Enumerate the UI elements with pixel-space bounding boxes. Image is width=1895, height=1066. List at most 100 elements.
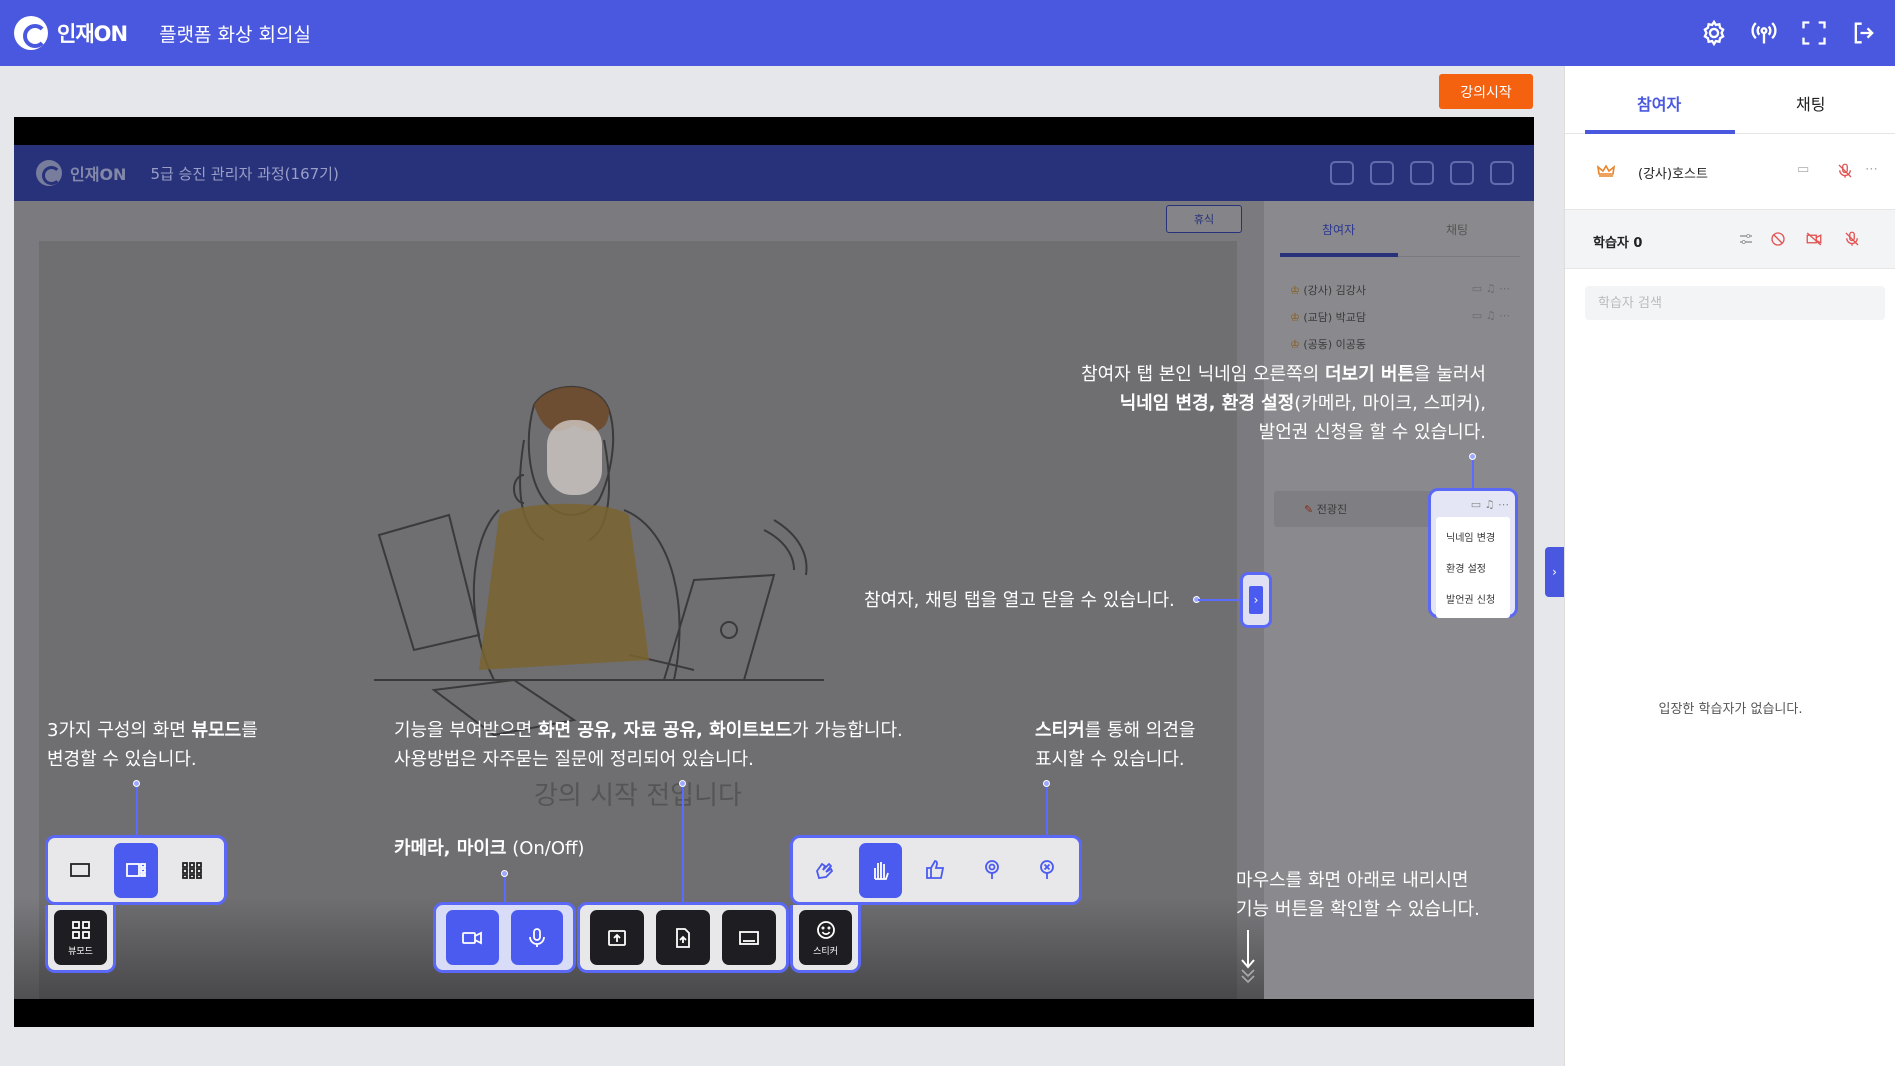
raise-hand-sticker-icon[interactable] bbox=[858, 842, 903, 898]
chat-icon bbox=[1330, 161, 1354, 185]
camera-mic-group bbox=[433, 902, 576, 973]
guide-sticker: 스티커를 통해 의견을 표시할 수 있습니다. bbox=[1035, 720, 1196, 770]
view-side-button[interactable] bbox=[114, 842, 158, 898]
inner-logo: 인재ON bbox=[36, 160, 126, 186]
inner-header: 인재ON 5급 승진 관리자 과정(167기) bbox=[14, 145, 1534, 201]
learner-count: 0 bbox=[1633, 236, 1643, 251]
screen-share-button[interactable] bbox=[590, 910, 644, 965]
disagree-sticker-icon[interactable] bbox=[1025, 843, 1069, 898]
chevron-right-icon: › bbox=[1249, 586, 1263, 614]
inner-course-title: 5급 승진 관리자 과정(167기) bbox=[150, 164, 339, 183]
broadcast-icon[interactable] bbox=[1745, 14, 1783, 52]
inner-fullscreen-icon bbox=[1450, 161, 1474, 185]
logo-mark-icon bbox=[14, 16, 48, 50]
guide-toggle-panel: 참여자, 채팅 탭을 열고 닫을 수 있습니다. bbox=[864, 590, 1175, 611]
connector-dot bbox=[501, 870, 508, 877]
more-menu-header: ▭ ♫ ⋯ bbox=[1470, 497, 1509, 511]
inner-logo-mark-icon bbox=[36, 160, 62, 186]
inner-tab-participants: 참여자 bbox=[1322, 223, 1356, 237]
camera-toggle-button[interactable] bbox=[446, 910, 499, 965]
menu-item-change-nickname[interactable]: 닉네임 변경 bbox=[1436, 521, 1510, 552]
more-icon[interactable]: ⋯ bbox=[1865, 162, 1878, 177]
logo-text: 인재ON bbox=[57, 22, 128, 46]
participant-panel: 참여자 채팅 (강사)호스트 ▭ ⋯ 학습자 0 입장한 학습자가 없습니다. bbox=[1564, 66, 1895, 1066]
inner-tab-underline bbox=[1280, 253, 1398, 257]
logo: 인재ON bbox=[14, 16, 128, 50]
inner-me-row: ✎ 전광진 bbox=[1274, 491, 1439, 527]
exit-icon[interactable] bbox=[1845, 14, 1883, 52]
connector-line bbox=[1046, 784, 1048, 836]
more-menu-list: 닉네임 변경 환경 설정 발언권 신청 bbox=[1436, 517, 1510, 618]
mic-toggle-button[interactable] bbox=[510, 910, 563, 965]
guide-more-button: 참여자 탭 본인 닉네임 오른쪽의 더보기 버튼을 눌러서 닉네임 변경, 환경… bbox=[1081, 364, 1486, 443]
tab-underline bbox=[1585, 130, 1735, 134]
menu-item-request-speak[interactable]: 발언권 신청 bbox=[1436, 583, 1510, 614]
header-actions bbox=[1683, 14, 1883, 52]
inner-broadcast-icon bbox=[1410, 161, 1434, 185]
connector-line bbox=[682, 784, 684, 902]
camera-off-icon: ▭ bbox=[1797, 162, 1810, 177]
inner-participant-row: ♔ (강사) 김강사 bbox=[1290, 284, 1367, 297]
view-mode-toggle-group: 뷰모드 bbox=[45, 905, 116, 973]
inner-participant-row: ♔ (교담) 박교담 bbox=[1290, 311, 1367, 324]
connector-line bbox=[504, 874, 506, 904]
agree-sticker-icon[interactable] bbox=[970, 843, 1014, 898]
inner-break-button: 휴식 bbox=[1166, 205, 1242, 233]
host-name: (강사)호스트 bbox=[1638, 167, 1708, 182]
view-mode-button[interactable]: 뷰모드 bbox=[54, 910, 107, 965]
whiteboard-button[interactable] bbox=[722, 910, 776, 965]
sharing-group bbox=[577, 902, 789, 973]
menu-item-settings[interactable]: 환경 설정 bbox=[1436, 552, 1510, 583]
mic-off-all-icon[interactable] bbox=[1843, 230, 1861, 248]
inner-participant-row: ♔ (공동) 이공동 bbox=[1290, 338, 1367, 351]
connector-dot bbox=[133, 780, 140, 787]
sticker-label: 스티커 bbox=[813, 947, 838, 957]
connector-dot bbox=[1469, 453, 1476, 460]
settings-sliders-icon[interactable] bbox=[1737, 230, 1755, 248]
page-title: 플랫폼 화상 회의실 bbox=[159, 23, 311, 46]
panel-toggle-highlight: › bbox=[1240, 572, 1272, 628]
guide-sharing: 기능을 부여받으면 화면 공유, 자료 공유, 화이트보드가 가능합니다. 사용… bbox=[394, 720, 903, 770]
inner-tab-chat: 채팅 bbox=[1446, 223, 1469, 237]
connector-line bbox=[1472, 456, 1474, 488]
view-mode-selector bbox=[45, 835, 227, 905]
learner-header: 학습자 0 bbox=[1565, 209, 1895, 269]
view-mode-label: 뷰모드 bbox=[68, 947, 93, 957]
learner-title: 학습자 0 bbox=[1593, 236, 1643, 251]
panel-collapse-button[interactable]: › bbox=[1545, 547, 1564, 597]
view-grid-button[interactable] bbox=[170, 843, 214, 898]
screen-off-all-icon[interactable] bbox=[1769, 230, 1787, 248]
gear-icon[interactable] bbox=[1695, 14, 1733, 52]
connector-line bbox=[1198, 599, 1240, 601]
guide-mouse-down: 마우스를 화면 아래로 내리시면 기능 버튼을 확인할 수 있습니다. bbox=[1236, 870, 1480, 920]
learner-search-input[interactable] bbox=[1585, 286, 1885, 320]
inner-header-icons bbox=[1314, 161, 1514, 185]
tab-participants[interactable]: 참여자 bbox=[1637, 91, 1681, 115]
camera-off-all-icon[interactable] bbox=[1805, 230, 1823, 248]
inner-row-icons: ▭ ♫ ⋯ bbox=[1471, 309, 1510, 322]
host-row: (강사)호스트 ▭ ⋯ bbox=[1565, 152, 1895, 192]
thumbs-up-sticker-icon[interactable] bbox=[914, 843, 958, 898]
panel-tabs: 참여자 채팅 bbox=[1565, 66, 1895, 134]
start-lecture-button[interactable]: 강의시작 bbox=[1439, 74, 1533, 109]
connector-dot bbox=[1043, 780, 1050, 787]
guide-camera-mic: 카메라, 마이크 (On/Off) bbox=[394, 838, 585, 859]
mic-muted-icon bbox=[1838, 163, 1852, 178]
more-menu-popup: ▭ ♫ ⋯ 닉네임 변경 환경 설정 발언권 신청 bbox=[1428, 488, 1518, 618]
tab-chat[interactable]: 채팅 bbox=[1796, 91, 1825, 115]
top-header: 인재ON 플랫폼 화상 회의실 bbox=[0, 0, 1895, 66]
connector-line bbox=[136, 784, 138, 836]
empty-learners-text: 입장한 학습자가 없습니다. bbox=[1658, 702, 1803, 717]
clap-sticker-icon[interactable] bbox=[803, 843, 847, 898]
file-share-button[interactable] bbox=[656, 910, 710, 965]
fullscreen-icon[interactable] bbox=[1795, 14, 1833, 52]
sticker-button[interactable]: 스티커 bbox=[799, 910, 852, 965]
inner-row-icons: ▭ ♫ ⋯ bbox=[1471, 282, 1510, 295]
sticker-tray bbox=[790, 835, 1082, 905]
sticker-toggle-group: 스티커 bbox=[790, 905, 861, 973]
inner-gear-icon bbox=[1370, 161, 1394, 185]
inner-logo-text: 인재ON bbox=[70, 165, 127, 184]
inner-exit-icon bbox=[1490, 161, 1514, 185]
view-single-button[interactable] bbox=[58, 843, 102, 898]
connector-dot bbox=[679, 780, 686, 787]
